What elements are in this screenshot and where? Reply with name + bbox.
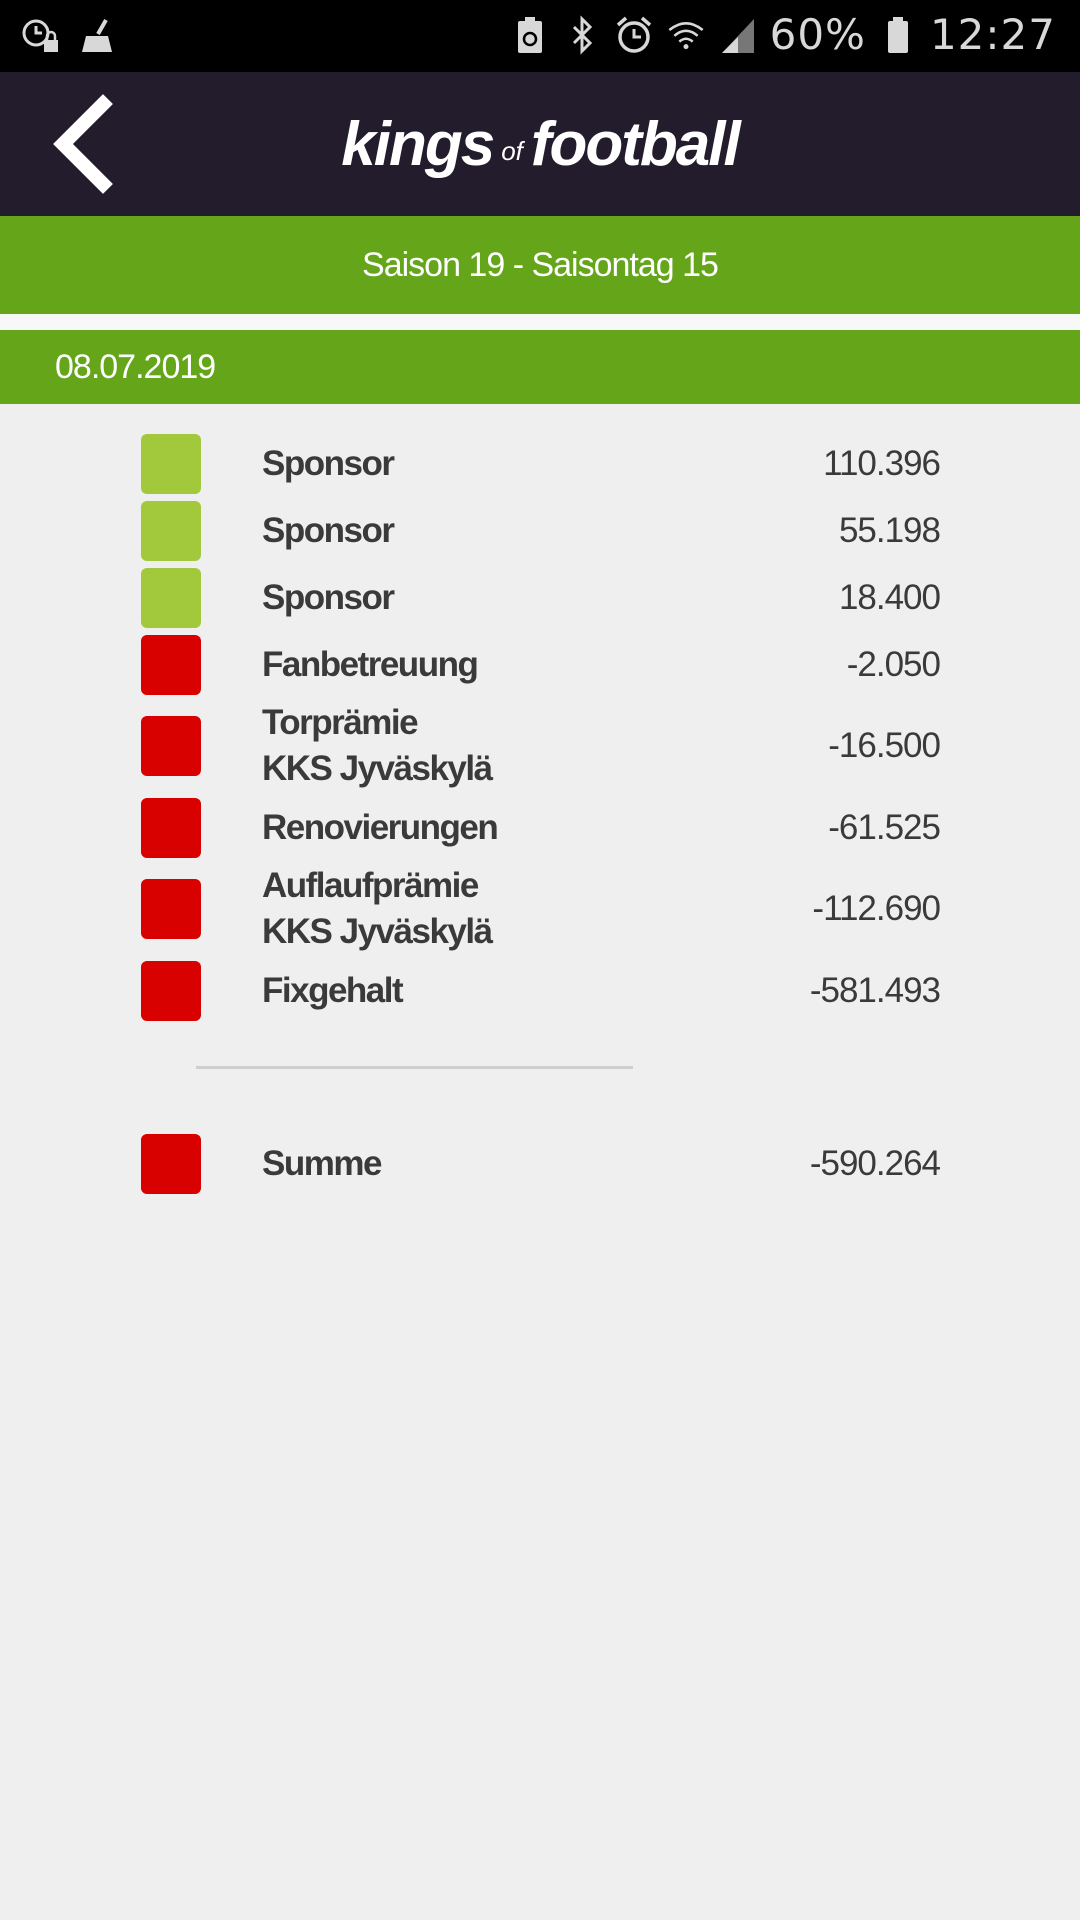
transaction-row: Fixgehalt -581.493 — [0, 957, 1080, 1024]
entry-amount: -2.050 — [846, 644, 941, 684]
entry-label: Auflaufprämie KKS Jyväskylä — [262, 866, 493, 951]
entry-amount: -112.690 — [812, 889, 941, 928]
divider — [0, 314, 1080, 330]
transaction-row: Sponsor 18.400 — [0, 564, 1080, 631]
season-title: Saison 19 - Saisontag 15 — [0, 216, 1080, 314]
date-header: 08.07.2019 — [0, 330, 1080, 404]
entry-amount: 110.396 — [823, 443, 941, 483]
entry-label: Fixgehalt — [262, 970, 404, 1010]
income-indicator — [141, 433, 201, 494]
battery-percent: 60% — [769, 10, 866, 59]
entry-amount: 18.400 — [838, 577, 941, 617]
entry-label: Renovierungen — [262, 807, 499, 847]
transaction-row: Sponsor 55.198 — [0, 497, 1080, 564]
transaction-row: Auflaufprämie KKS Jyväskylä -112.690 — [0, 861, 1080, 957]
expense-indicator — [141, 1133, 201, 1194]
transaction-row: Torprämie KKS Jyväskylä -16.500 — [0, 698, 1080, 794]
expense-indicator — [141, 879, 201, 939]
bluetooth-icon — [562, 13, 602, 57]
entry-amount: -581.493 — [809, 970, 941, 1010]
transaction-row: Sponsor 110.396 — [0, 430, 1080, 497]
entry-amount: -61.525 — [828, 807, 941, 847]
entry-label: Sponsor — [262, 443, 395, 483]
income-indicator — [141, 500, 201, 561]
entry-label: Fanbetreuung — [262, 644, 479, 684]
alarm-lock-icon — [20, 14, 60, 58]
total-row: Summe -590.264 — [0, 1130, 1080, 1197]
entry-amount: -590.264 — [809, 1143, 941, 1183]
expense-indicator — [141, 960, 201, 1021]
entry-label: Sponsor — [262, 577, 395, 617]
battery-saver-icon — [510, 13, 550, 57]
expense-indicator — [141, 634, 201, 695]
clock: 12:27 — [929, 10, 1056, 59]
wifi-icon — [666, 13, 706, 57]
entry-amount: -16.500 — [828, 726, 941, 765]
expense-indicator — [141, 797, 201, 858]
transaction-row: Renovierungen -61.525 — [0, 794, 1080, 861]
transaction-row: Fanbetreuung -2.050 — [0, 631, 1080, 698]
cleaner-icon — [78, 14, 118, 58]
alarm-clock-icon — [614, 13, 654, 57]
app-header: kings of football — [0, 72, 1080, 216]
signal-icon — [718, 13, 758, 57]
entry-amount: 55.198 — [838, 510, 941, 550]
expense-indicator — [141, 716, 201, 776]
entry-label: Summe — [262, 1143, 382, 1183]
entry-label: Sponsor — [262, 510, 395, 550]
sum-divider — [196, 1066, 633, 1069]
income-indicator — [141, 567, 201, 628]
status-bar: 60% 12:27 — [0, 0, 1080, 72]
entry-label: Torprämie KKS Jyväskylä — [262, 703, 493, 788]
app-logo: kings of football — [341, 109, 740, 179]
battery-icon — [878, 13, 918, 57]
